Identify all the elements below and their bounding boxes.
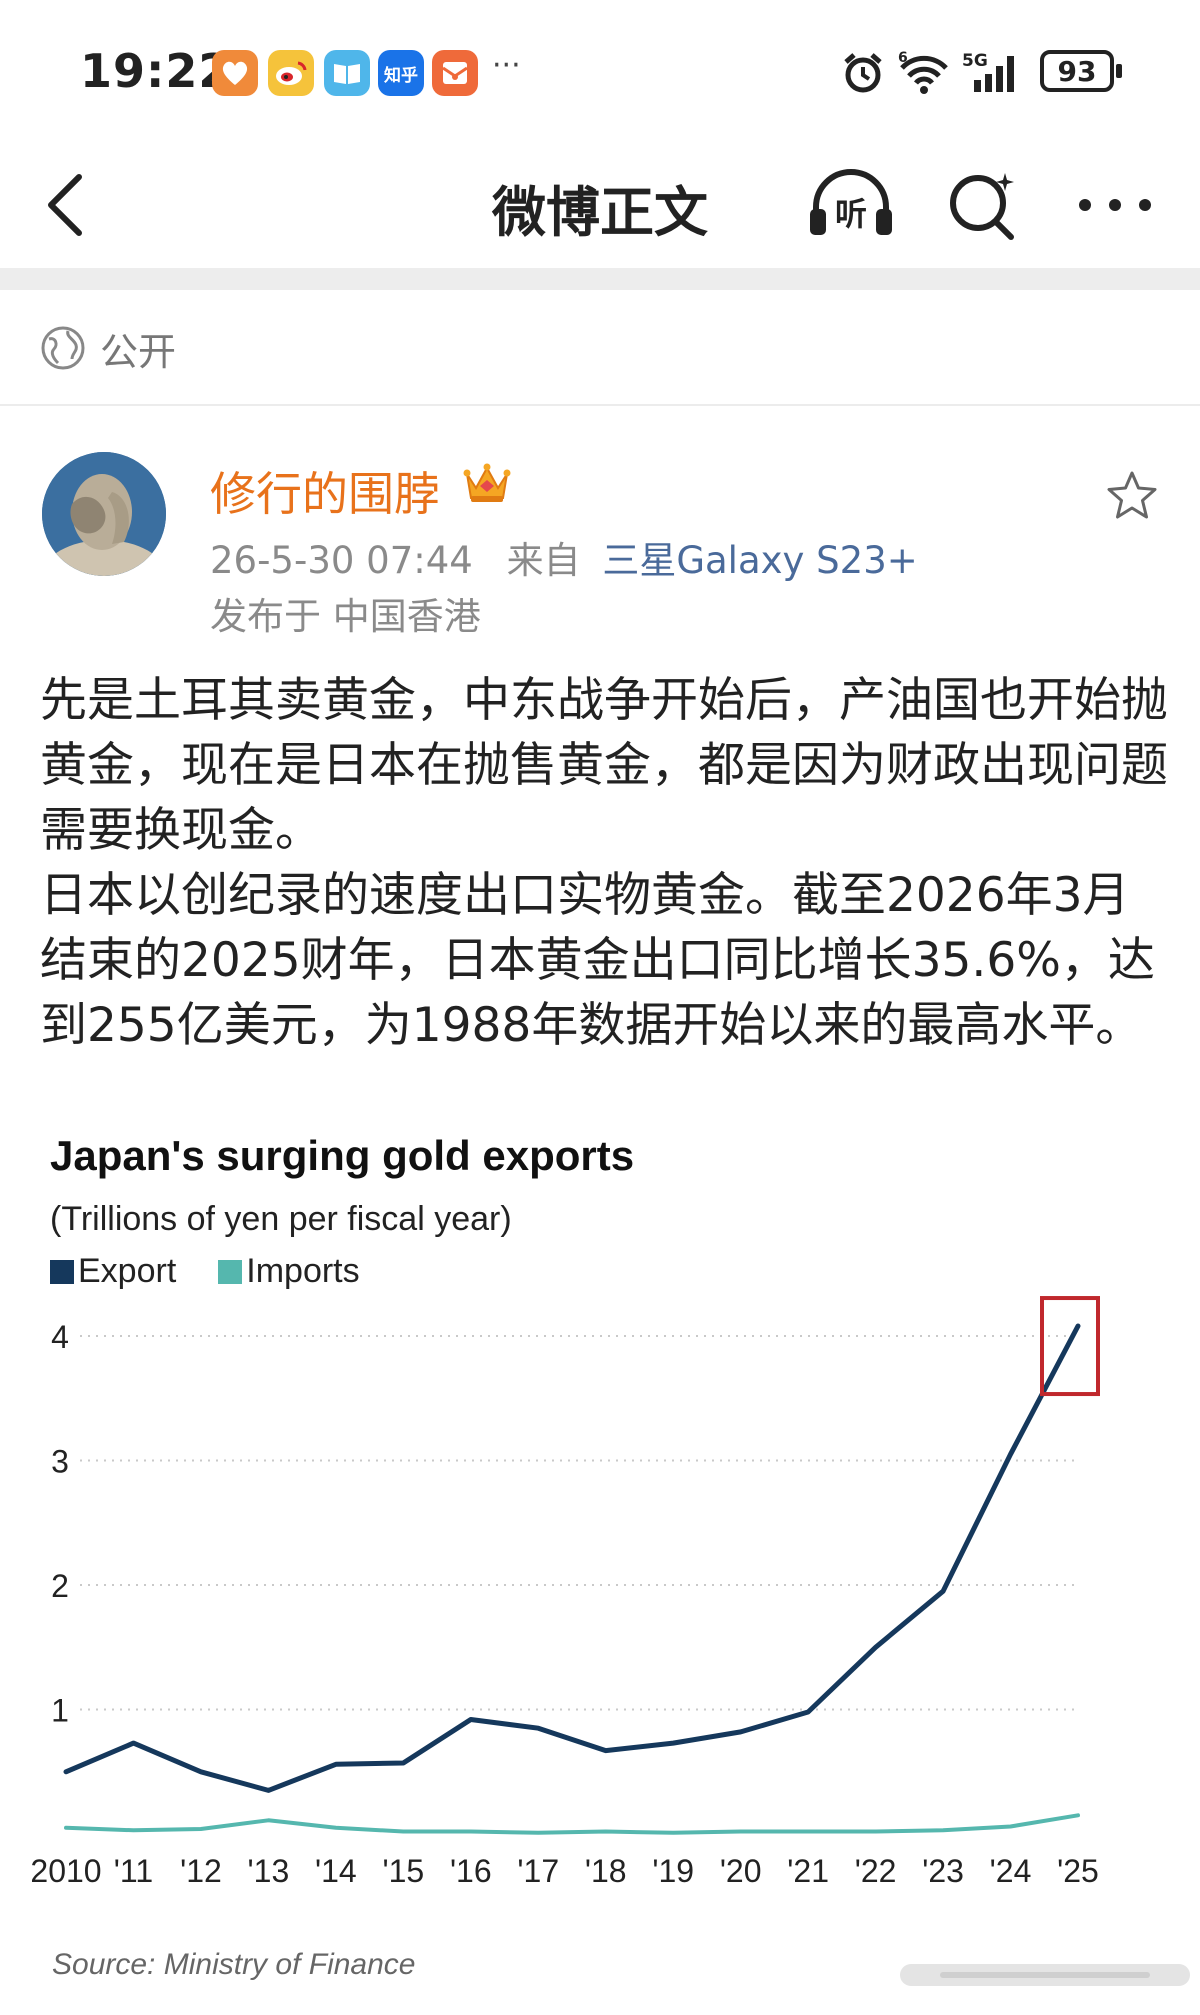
x-tick-label: '15 (382, 1853, 424, 1889)
x-tick-label: '20 (720, 1853, 762, 1889)
mail-app-icon (432, 50, 478, 96)
x-tick-label: '17 (517, 1853, 559, 1889)
legend-item-imports: Imports (218, 1252, 360, 1291)
x-tick-label: '22 (855, 1853, 897, 1889)
visibility-row: 公开 (40, 318, 176, 378)
gold-exports-chart: 1 2 3 4 2010 '11 '12 '13 '14 '15 '16 '17 '18 '19 '20 '2… (30, 1296, 1100, 1889)
x-tick-label: '19 (652, 1853, 694, 1889)
x-tick-label: '14 (315, 1853, 357, 1889)
svg-text:听: 听 (835, 195, 867, 233)
y-tick-label: 1 (51, 1693, 69, 1729)
x-tick-label: '21 (787, 1853, 829, 1889)
series-line-export (63, 1323, 1081, 1793)
legend-item-export: Export (50, 1252, 176, 1291)
x-tick-label: '25 (1057, 1853, 1099, 1889)
book-app-icon (324, 50, 370, 96)
device-link[interactable]: 三星Galaxy S23+ (602, 539, 917, 582)
x-tick-label: '13 (248, 1853, 290, 1889)
listen-button[interactable]: 听 (806, 160, 896, 250)
post-text: 先是土耳其卖黄金，中东战争开始后，产油国也开始抛黄金，现在是日本在抛售黄金，都是… (40, 668, 1170, 1058)
heart-app-icon (212, 50, 258, 96)
weibo-app-icon (268, 50, 314, 96)
globe-icon (41, 326, 85, 370)
search-button[interactable] (944, 160, 1022, 250)
x-tick-label: '11 (114, 1853, 153, 1889)
legend-label: Export (78, 1252, 177, 1290)
more-notifications-icon: ··· (492, 48, 521, 83)
chart-subtitle: (Trillions of yen per fiscal year) (50, 1200, 512, 1238)
post-location: 发布于 中国香港 (210, 595, 481, 638)
status-time: 19:22 (80, 44, 232, 98)
source-prefix: 来自 (506, 539, 581, 582)
zhihu-app-icon: 知乎 (378, 50, 424, 96)
legend-swatch (218, 1259, 243, 1284)
legend-swatch (50, 1259, 74, 1284)
svg-text:6: 6 (898, 50, 908, 66)
favorite-button[interactable] (1104, 468, 1160, 524)
headphones-icon: 听 (810, 169, 892, 235)
y-tick-label: 3 (51, 1444, 69, 1480)
more-horizontal-icon (1079, 199, 1151, 211)
crown-badge-icon (462, 460, 512, 510)
avatar-image (42, 452, 166, 576)
x-tick-label: '18 (585, 1853, 627, 1889)
author-name[interactable]: 修行的围脖 (210, 458, 440, 524)
chart-source: Source: Ministry of Finance (52, 1948, 416, 1981)
status-bar: 19:22 知乎 ··· 6 5G 93 (0, 0, 1200, 150)
svg-text:5G: 5G (962, 51, 988, 71)
x-tick-label: '24 (990, 1853, 1032, 1889)
nav-bar: 微博正文 听 (0, 150, 1200, 270)
battery-indicator: 93 (1040, 50, 1122, 92)
x-tick-label: 2010 (30, 1853, 101, 1889)
y-tick-label: 2 (51, 1568, 69, 1604)
series-line-imports (64, 1813, 1080, 1835)
scroll-handle (900, 1964, 1190, 1986)
avatar[interactable] (42, 452, 166, 576)
x-tick-label: '16 (450, 1853, 492, 1889)
section-divider (0, 268, 1200, 290)
post-meta: 26-5-30 07:44 来自 三星Galaxy S23+ (210, 530, 918, 584)
search-icon (950, 173, 1014, 240)
legend-label: Imports (246, 1252, 360, 1290)
header-divider (0, 404, 1200, 406)
more-options-button[interactable] (1070, 160, 1160, 250)
chart-legend: Export Imports (50, 1252, 402, 1291)
post-paragraph: 日本以创纪录的速度出口实物黄金。截至2026年3月结束的2025财年，日本黄金出… (40, 868, 1155, 1053)
alarm-icon (840, 50, 886, 96)
x-tick-label: '12 (180, 1853, 222, 1889)
x-tick-label: '23 (922, 1853, 964, 1889)
post-paragraph: 先是土耳其卖黄金，中东战争开始后，产油国也开始抛黄金，现在是日本在抛售黄金，都是… (40, 673, 1168, 858)
visibility-label: 公开 (100, 329, 177, 374)
cellular-signal-icon: 5G (962, 50, 1030, 96)
post-timestamp: 26-5-30 07:44 (210, 539, 473, 582)
chart-title: Japan's surging gold exports (50, 1132, 635, 1179)
wifi-icon: 6 (896, 50, 956, 96)
star-icon (1107, 471, 1157, 519)
y-tick-label: 4 (51, 1319, 69, 1355)
